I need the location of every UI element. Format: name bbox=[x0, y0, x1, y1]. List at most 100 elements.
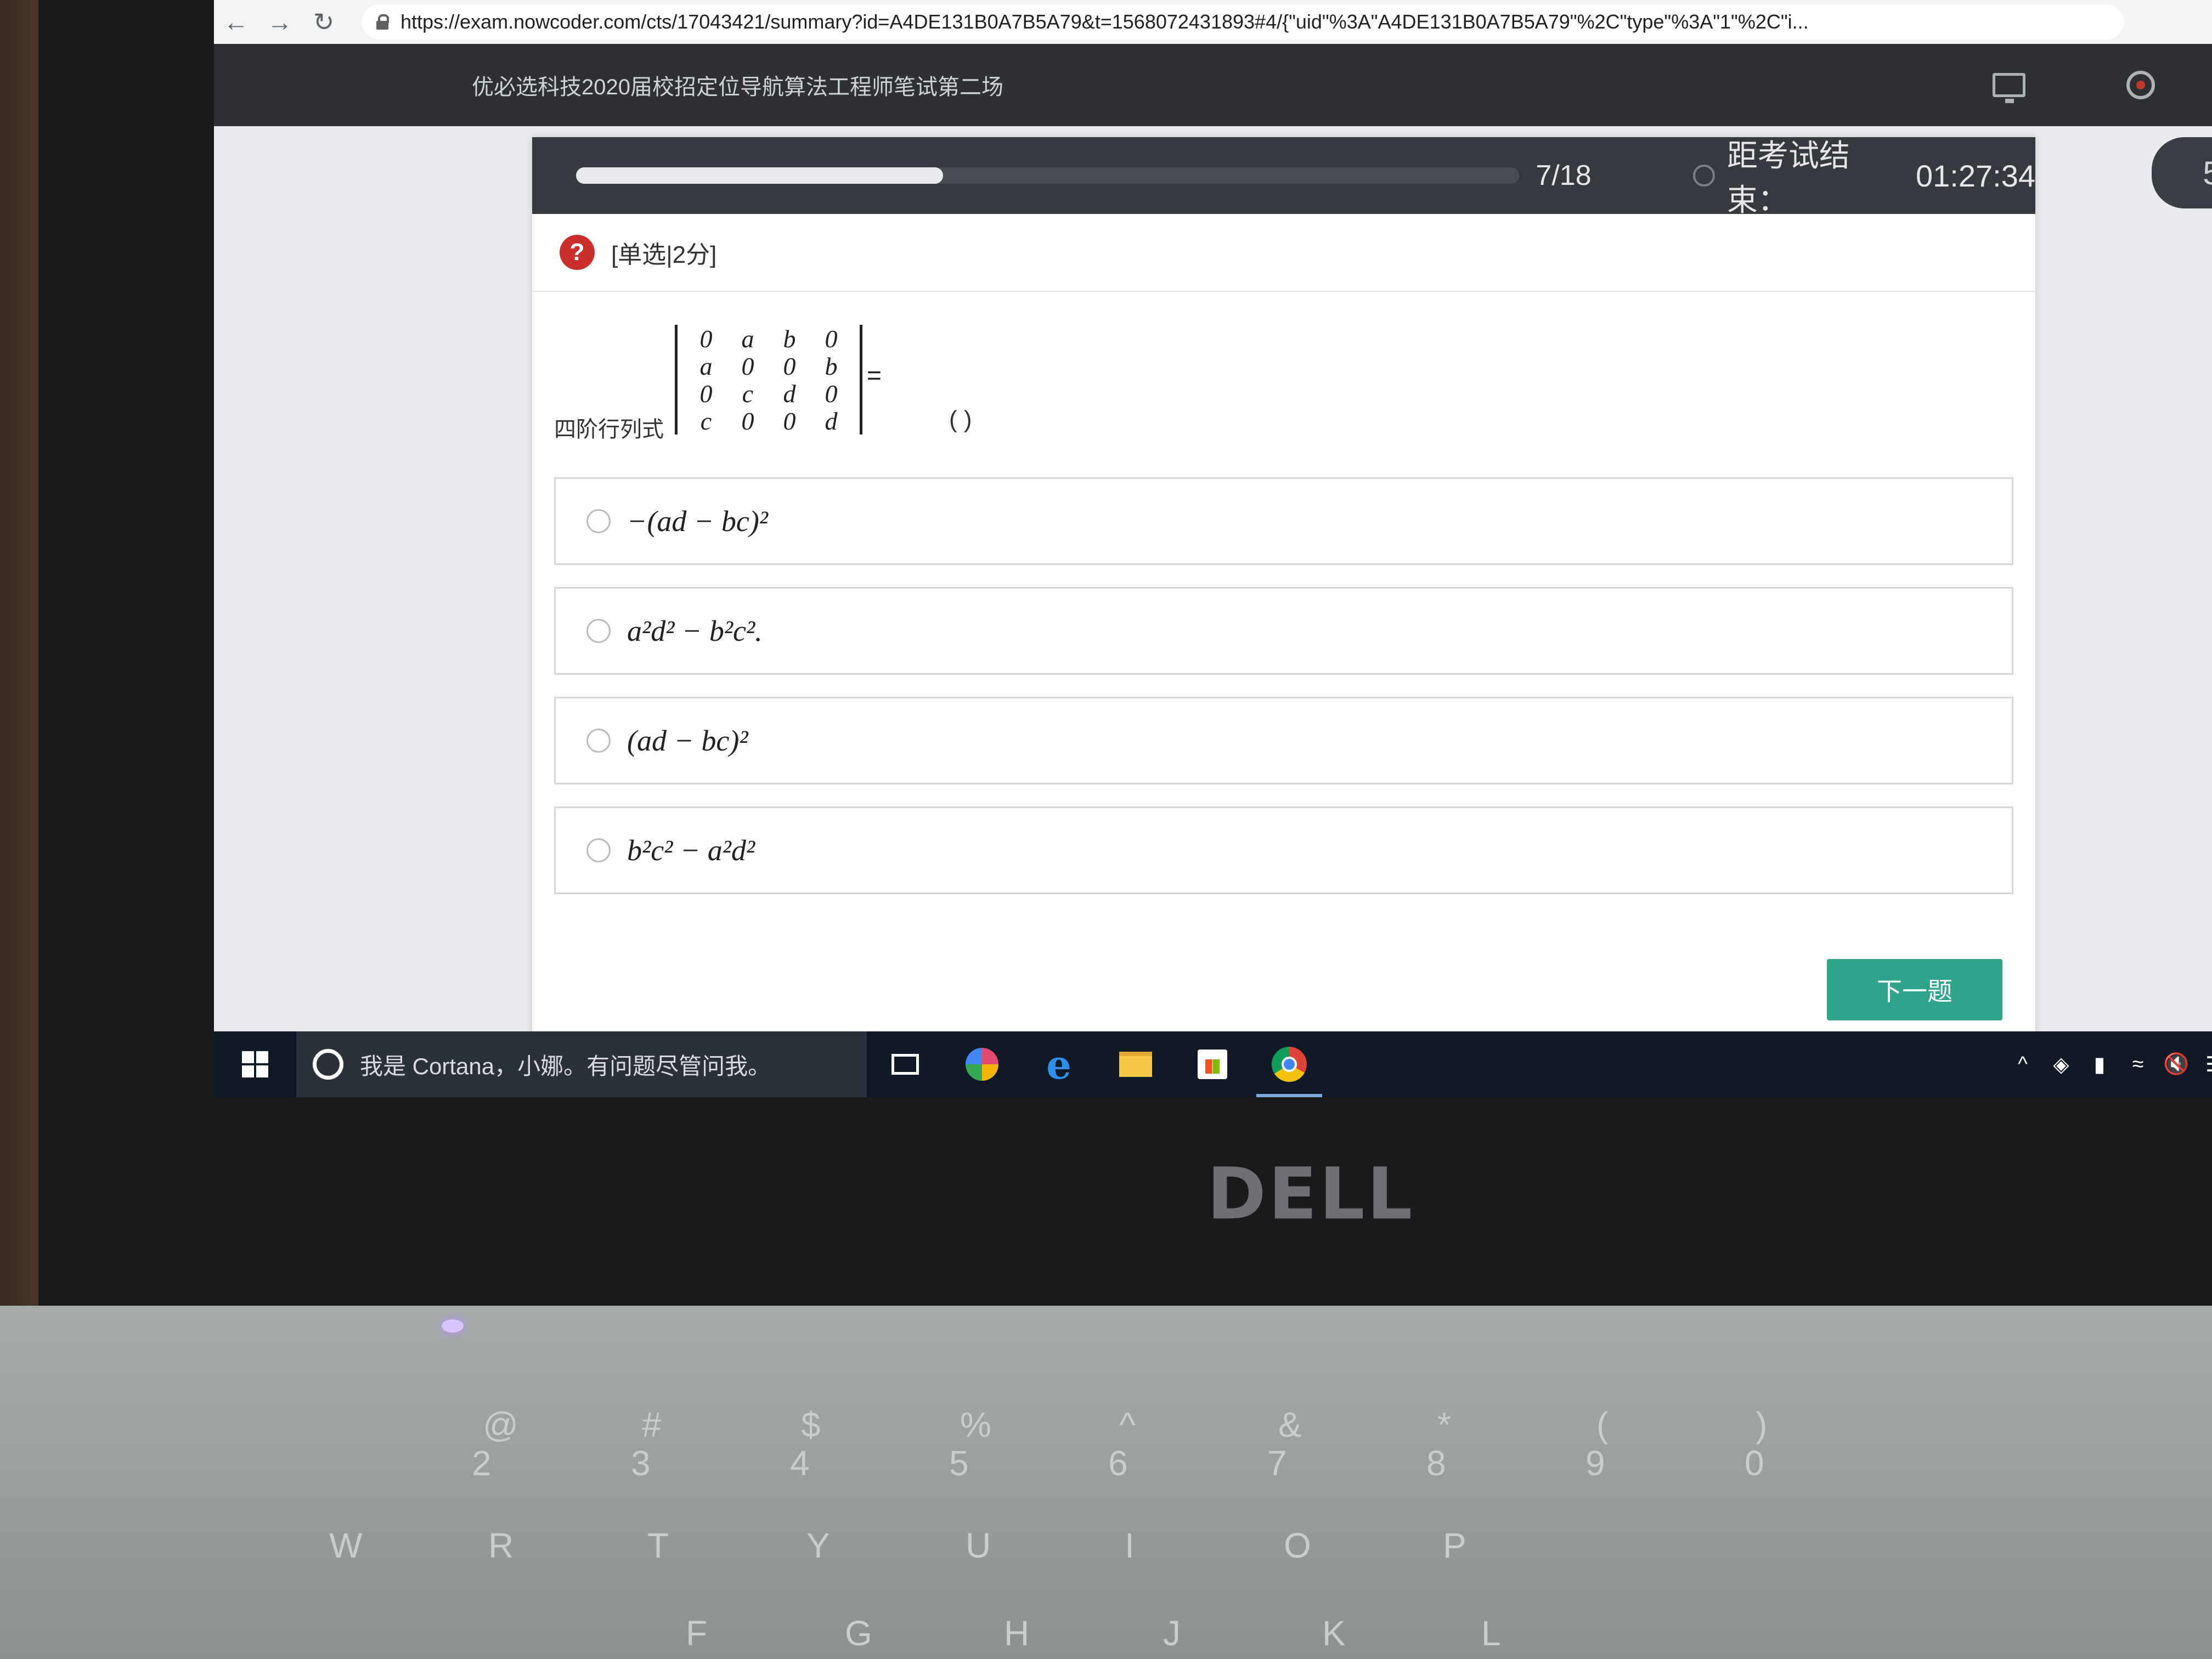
keyboard-key: * bbox=[1437, 1405, 1451, 1444]
matrix-cell: a bbox=[741, 324, 754, 353]
keyboard-key: G bbox=[845, 1613, 872, 1653]
keyboard-key: H bbox=[1004, 1613, 1030, 1653]
back-button[interactable]: ← bbox=[214, 0, 258, 44]
clock-icon bbox=[1693, 165, 1715, 187]
task-view-button[interactable] bbox=[867, 1031, 944, 1097]
keyboard-key: 3 bbox=[631, 1443, 651, 1483]
security-shield-icon[interactable]: ◈ bbox=[2042, 1031, 2080, 1097]
keyboard-key: 5 bbox=[949, 1443, 969, 1483]
screen-monitor-button[interactable] bbox=[1987, 63, 2031, 107]
volume-muted-icon[interactable]: 🔇 bbox=[2157, 1031, 2196, 1097]
question-stem: 四阶行列式 0 a b 0 a 0 0 b 0 c d 0 c 0 0 d = … bbox=[532, 292, 2035, 467]
keyboard-key: @ bbox=[483, 1405, 518, 1444]
keyboard-keys: @ # $% ^ & * () 2 3 4 5 6 7 8 9 0 W R T Y U I O P F G H J K L bbox=[0, 1306, 2212, 1659]
question-type: [单选|2分] bbox=[611, 241, 717, 268]
windows-taskbar: 我是 Cortana，小娜。有问题尽管问我。 e ^ ◈ ▮ ≈ 🔇 bbox=[214, 1031, 2212, 1097]
option-c[interactable]: (ad − bc)² bbox=[554, 697, 2013, 785]
keyboard-key: & bbox=[1278, 1405, 1302, 1444]
matrix-cell: 0 bbox=[825, 379, 838, 408]
taskbar-app-chrome[interactable] bbox=[1251, 1031, 1328, 1097]
option-b[interactable]: a²d² − b²c². bbox=[554, 587, 2013, 675]
start-button[interactable] bbox=[214, 1031, 296, 1097]
matrix-row: c 0 0 d bbox=[685, 407, 852, 435]
timer-value: 01:27:34 bbox=[1916, 158, 2035, 193]
matrix-cell: d bbox=[825, 407, 838, 435]
option-a[interactable]: −(ad − bc)² bbox=[554, 477, 2013, 565]
taskbar-app-edge[interactable]: e bbox=[1020, 1031, 1097, 1097]
matrix-cell: 0 bbox=[699, 379, 713, 408]
reload-button[interactable]: ↻ bbox=[302, 0, 346, 44]
option-text: b²c² − a²d² bbox=[627, 834, 755, 867]
option-radio[interactable] bbox=[586, 619, 611, 643]
keyboard-key: 9 bbox=[1585, 1443, 1605, 1483]
system-tray: ^ ◈ ▮ ≈ 🔇 ☰ bbox=[2004, 1031, 2212, 1097]
matrix-cell: 0 bbox=[783, 352, 796, 380]
laptop-keyboard: @ # $% ^ & * () 2 3 4 5 6 7 8 9 0 W R T Y U I O P F G H J K L bbox=[0, 1306, 2212, 1659]
keyboard-key: P bbox=[1443, 1526, 1466, 1565]
chrome-icon bbox=[1272, 1047, 1307, 1082]
exam-title: 优必选科技2020届校招定位导航算法工程师笔试第二场 bbox=[472, 75, 1003, 99]
laptop-screen: ← → ↻ https://exam.nowcoder.com/cts/1704… bbox=[214, 0, 2212, 1097]
option-radio[interactable] bbox=[586, 729, 611, 753]
keyboard-key: 7 bbox=[1267, 1443, 1287, 1483]
keyboard-key: 6 bbox=[1108, 1443, 1128, 1483]
wifi-icon[interactable]: ≈ bbox=[2119, 1031, 2157, 1097]
matrix-cell: a bbox=[699, 352, 713, 380]
matrix-cell: 0 bbox=[825, 324, 838, 353]
matrix-cell: d bbox=[783, 379, 796, 408]
matrix-cell: 0 bbox=[783, 407, 796, 435]
progress-header: 7/18 距考试结束： 01:27:34 bbox=[532, 137, 2035, 217]
store-icon bbox=[1198, 1049, 1227, 1079]
keyboard-key: 2 bbox=[472, 1443, 492, 1483]
option-text: a²d² − b²c². bbox=[627, 614, 763, 647]
edge-browser-icon: e bbox=[1046, 1041, 1071, 1088]
progress-bar bbox=[576, 167, 1520, 184]
question-card-toggle[interactable]: 51 bbox=[2152, 137, 2212, 208]
forward-button[interactable]: → bbox=[258, 0, 302, 44]
tray-chevron-icon[interactable]: ^ bbox=[2004, 1031, 2042, 1097]
matrix-cell: 0 bbox=[741, 352, 754, 380]
exam-header: 优必选科技2020届校招定位导航算法工程师笔试第二场 bbox=[214, 44, 2212, 126]
taskbar-app-pinwheel[interactable] bbox=[944, 1031, 1020, 1097]
side-badge-text: 51 bbox=[2203, 154, 2212, 191]
option-radio[interactable] bbox=[586, 509, 611, 533]
windows-logo-icon bbox=[242, 1051, 268, 1077]
keyboard-key: # bbox=[642, 1405, 662, 1444]
keyboard-key: 8 bbox=[1426, 1443, 1446, 1483]
battery-icon[interactable]: ▮ bbox=[2080, 1031, 2119, 1097]
lock-icon bbox=[376, 14, 389, 30]
option-radio[interactable] bbox=[586, 838, 611, 862]
answer-blank: ( ) bbox=[949, 406, 972, 433]
determinant-matrix: 0 a b 0 a 0 0 b 0 c d 0 c 0 0 d bbox=[675, 325, 862, 435]
cortana-circle-icon bbox=[313, 1049, 343, 1080]
progress-fill bbox=[576, 167, 943, 184]
question-type-row: ? [单选|2分] bbox=[532, 214, 2035, 292]
matrix-row: 0 c d 0 bbox=[685, 379, 852, 408]
next-question-button[interactable]: 下一题 bbox=[1827, 959, 2002, 1020]
camera-button[interactable] bbox=[2119, 63, 2163, 107]
keyboard-key: % bbox=[960, 1405, 991, 1444]
address-bar[interactable]: https://exam.nowcoder.com/cts/17043421/s… bbox=[362, 4, 2124, 40]
progress-text: 7/18 bbox=[1536, 160, 1592, 191]
cortana-search-box[interactable]: 我是 Cortana，小娜。有问题尽管问我。 bbox=[296, 1031, 867, 1097]
notification-icon[interactable]: ☰ bbox=[2196, 1031, 2212, 1097]
laptop-bezel: ← → ↻ https://exam.nowcoder.com/cts/1704… bbox=[38, 0, 2212, 1328]
keyboard-key: K bbox=[1322, 1613, 1346, 1653]
keyboard-key: $ bbox=[801, 1405, 821, 1444]
timer-label: 距考试结束： bbox=[1726, 138, 1850, 217]
matrix-cell: b bbox=[783, 324, 796, 353]
option-d[interactable]: b²c² − a²d² bbox=[554, 806, 2013, 894]
cortana-prompt: 我是 Cortana，小娜。有问题尽管问我。 bbox=[360, 1053, 771, 1079]
power-indicator-light bbox=[442, 1319, 464, 1333]
keyboard-key: F bbox=[686, 1613, 708, 1653]
keyboard-key: 0 bbox=[1745, 1443, 1764, 1483]
taskbar-app-file-explorer[interactable] bbox=[1097, 1031, 1174, 1097]
matrix-row: a 0 0 b bbox=[685, 352, 852, 380]
url-text: https://exam.nowcoder.com/cts/17043421/s… bbox=[400, 10, 1809, 33]
option-text: (ad − bc)² bbox=[627, 724, 748, 757]
taskbar-app-store[interactable] bbox=[1174, 1031, 1251, 1097]
matrix-row: 0 a b 0 bbox=[685, 324, 852, 353]
equals-sign: = bbox=[867, 361, 882, 390]
matrix-cell: 0 bbox=[699, 324, 713, 353]
question-panel: 7/18 距考试结束： 01:27:34 ? [单选|2分] 四阶行列式 0 a… bbox=[532, 137, 2035, 1097]
